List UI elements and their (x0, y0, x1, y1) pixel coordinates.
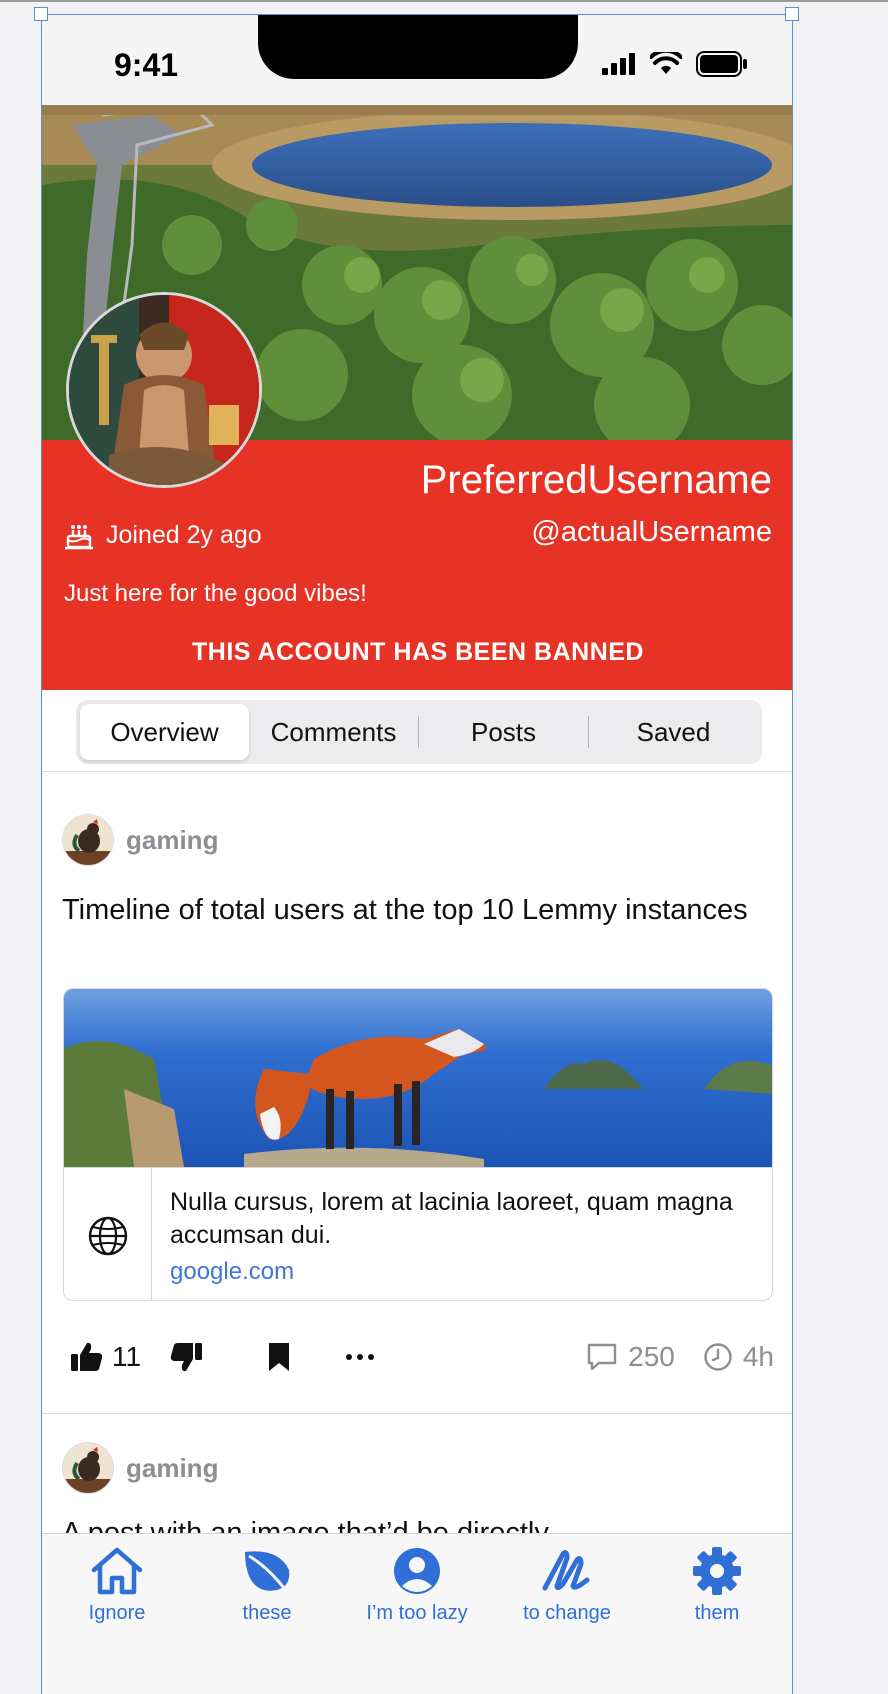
downvote-button[interactable] (169, 1341, 203, 1373)
tab-overview[interactable]: Overview (80, 704, 249, 760)
gear-icon (693, 1547, 741, 1595)
comment-count[interactable]: 250 (586, 1341, 675, 1373)
phone-frame: 9:41 PreferredUsername Joined 2y ago @ac… (41, 14, 793, 1694)
profile-tabs-section: Overview Comments Posts Saved (42, 690, 792, 772)
link-url[interactable]: google.com (170, 1258, 294, 1286)
comment-count-value: 250 (628, 1341, 675, 1372)
post-card[interactable]: gaming Timeline of total users at the to… (42, 772, 792, 1414)
post-card[interactable]: gaming A post with an image that’d be di… (42, 1415, 792, 1549)
post-actions: 11 250 4h (62, 1332, 774, 1382)
clock-icon (704, 1343, 732, 1371)
tabbar-label: Ignore (88, 1602, 146, 1624)
cake-icon (65, 525, 93, 550)
canvas-top-edge (0, 0, 888, 2)
person-icon (394, 1548, 440, 1594)
comment-bubble-icon (587, 1343, 617, 1371)
community-name[interactable]: gaming (126, 825, 218, 856)
more-options-button[interactable] (345, 1353, 375, 1361)
join-date: Joined 2y ago (64, 520, 262, 550)
selection-handle-top-left[interactable] (34, 7, 48, 21)
ellipsis-icon (346, 1354, 375, 1360)
community-link[interactable]: gaming (62, 814, 218, 866)
tab-comments[interactable]: Comments (249, 704, 418, 760)
tabbar-item-ignore[interactable]: Ignore (42, 1546, 192, 1625)
join-date-label: Joined 2y ago (106, 520, 262, 549)
display-name: PreferredUsername (420, 458, 772, 502)
bottom-tab-bar: Ignore these I’m too lazy to change them (42, 1533, 792, 1694)
tabbar-item-these[interactable]: these (192, 1546, 342, 1625)
community-avatar (62, 1442, 114, 1494)
link-info: Nulla cursus, lorem at lacinia laoreet, … (64, 1167, 772, 1300)
tabbar-label: I’m too lazy (366, 1602, 468, 1624)
tab-posts[interactable]: Posts (419, 704, 588, 760)
battery-icon (696, 51, 747, 77)
bookmark-icon (269, 1343, 290, 1371)
tabbar-label: them (694, 1602, 740, 1624)
status-time: 9:41 (114, 47, 179, 83)
post-age: 4h (703, 1341, 774, 1373)
notch (258, 15, 578, 79)
tabbar-item-to-change[interactable]: to change (492, 1546, 642, 1625)
status-icons (602, 51, 748, 77)
link-thumbnail-image (64, 989, 772, 1167)
tab-saved[interactable]: Saved (589, 704, 758, 760)
thumbs-down-icon (170, 1343, 203, 1372)
tabbar-label: to change (523, 1602, 611, 1624)
profile-avatar[interactable] (66, 292, 262, 488)
upvote-button[interactable]: 11 (70, 1341, 141, 1373)
link-favicon (64, 1168, 152, 1300)
tabbar-label: these (242, 1602, 292, 1624)
community-name[interactable]: gaming (126, 1453, 218, 1484)
username: @actualUsername (531, 516, 772, 548)
globe-icon (88, 1216, 127, 1255)
segmented-control: Overview Comments Posts Saved (76, 700, 762, 764)
link-description: Nulla cursus, lorem at lacinia laoreet, … (170, 1188, 733, 1249)
cellular-signal-icon (602, 53, 635, 75)
thumbs-up-icon (71, 1342, 103, 1371)
leaf-icon (245, 1551, 290, 1593)
community-avatar (62, 814, 114, 866)
save-button[interactable] (267, 1341, 291, 1373)
upvote-count: 11 (112, 1341, 142, 1372)
link-preview-card[interactable]: Nulla cursus, lorem at lacinia laoreet, … (63, 988, 773, 1301)
house-icon (91, 1547, 143, 1595)
wifi-icon (650, 52, 682, 74)
community-link[interactable]: gaming (62, 1442, 218, 1494)
tabbar-item-profile[interactable]: I’m too lazy (342, 1546, 492, 1625)
post-title[interactable]: Timeline of total users at the top 10 Le… (62, 892, 762, 928)
profile-bio: Just here for the good vibes! (64, 580, 367, 607)
banned-notice: THIS ACCOUNT HAS BEEN BANNED (192, 638, 644, 666)
selection-handle-top-right[interactable] (785, 7, 799, 21)
tabbar-item-settings[interactable]: them (642, 1546, 792, 1625)
status-bar: 9:41 (42, 15, 792, 105)
scribble-icon (542, 1550, 590, 1591)
post-age-value: 4h (742, 1341, 774, 1372)
